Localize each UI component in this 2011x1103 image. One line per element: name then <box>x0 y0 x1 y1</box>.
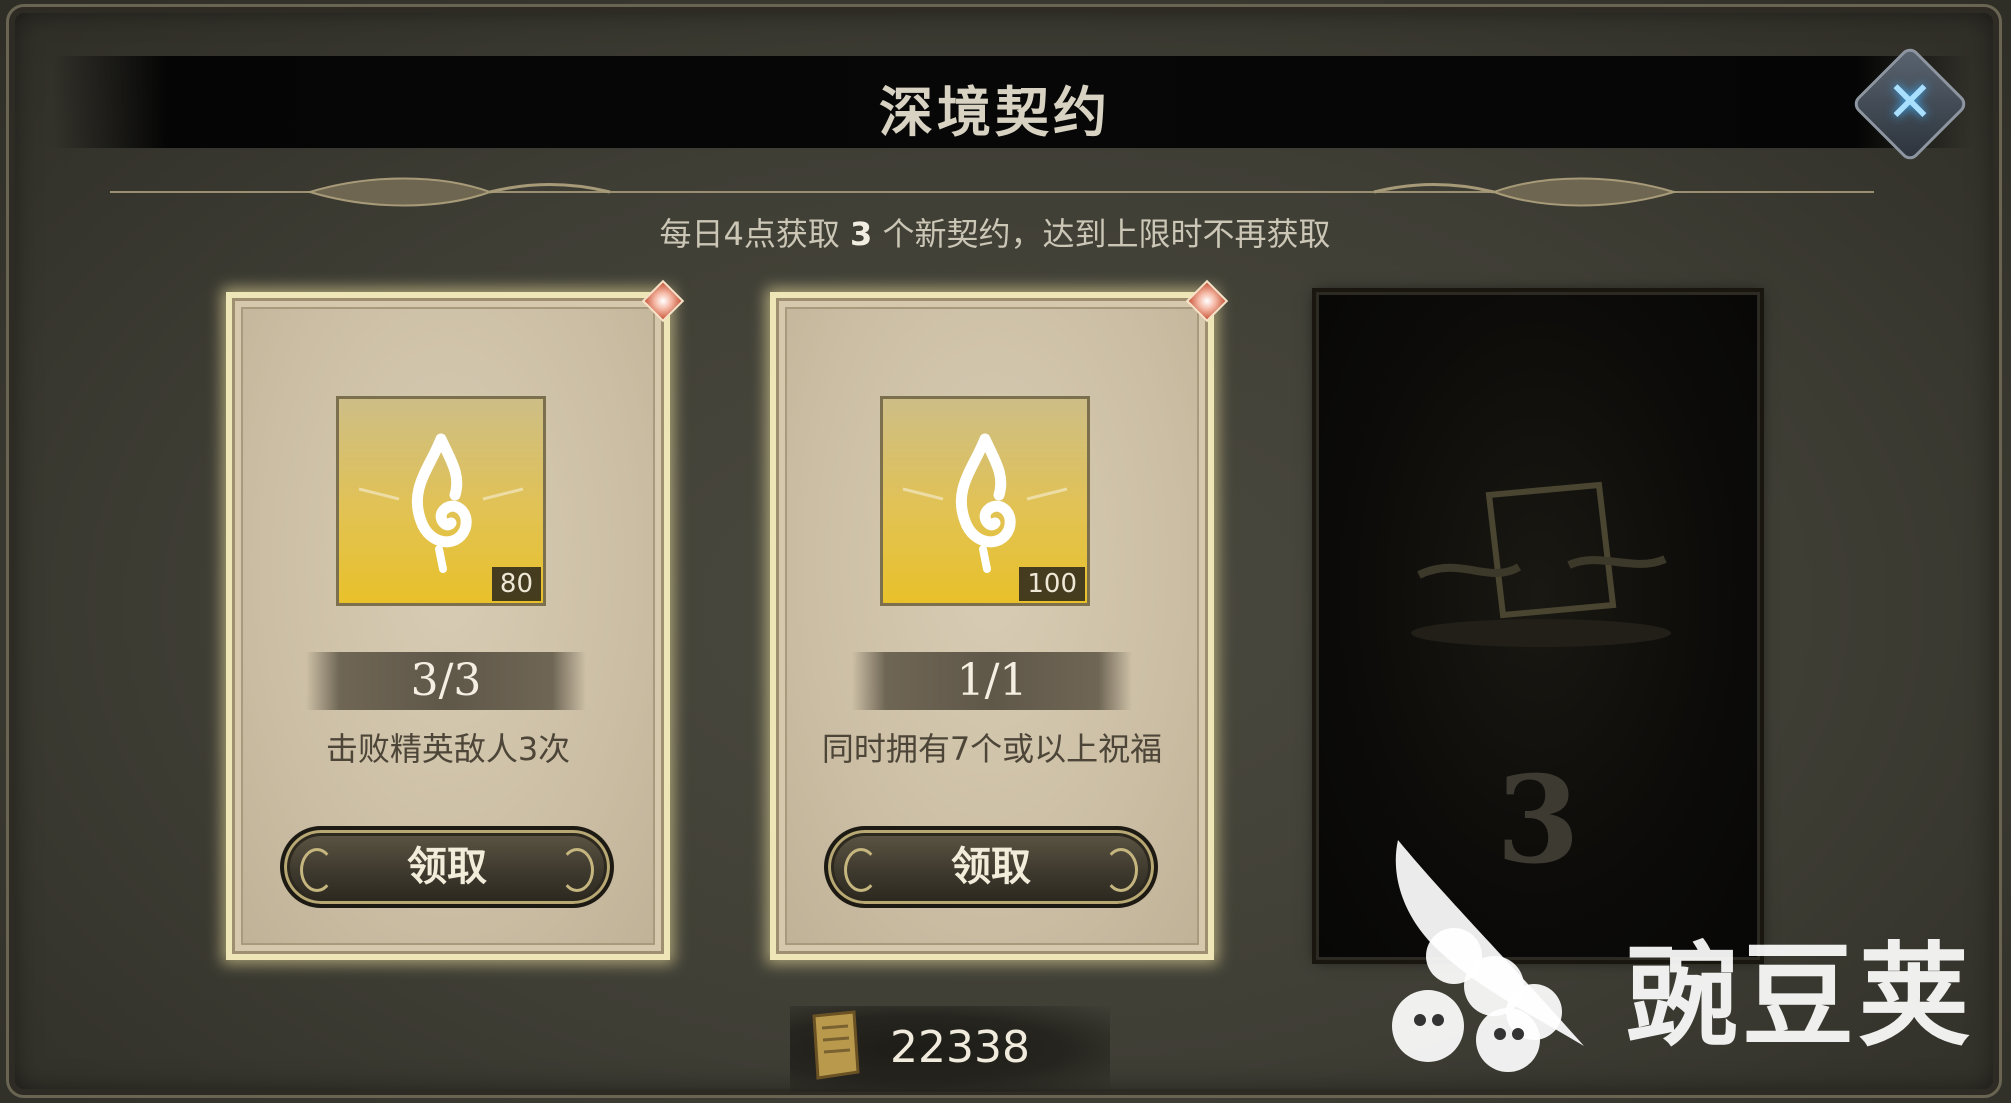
scroll-ornament-icon <box>1104 848 1138 892</box>
claim-button[interactable]: 领取 <box>824 826 1158 908</box>
dialog-title: 深境契约 <box>879 80 1111 144</box>
scroll-ornament-icon <box>560 848 594 892</box>
divider-ornament <box>110 177 1874 207</box>
flame-emblem-icon: 100 <box>880 396 1090 606</box>
scroll-ornament-icon <box>844 848 878 892</box>
refresh-info-count: 3 <box>850 215 873 253</box>
parchment-scroll-icon <box>812 1010 860 1080</box>
close-icon[interactable]: ✕ <box>1868 62 1952 146</box>
refresh-info-prefix: 每日4点获取 <box>659 215 851 253</box>
flame-emblem-icon: 80 <box>336 396 546 606</box>
claim-button[interactable]: 领取 <box>280 826 614 908</box>
scroll-silhouette-icon <box>1411 481 1671 647</box>
contract-dialog: 深境契约 ✕ 每日4点获取 3 个新契约，达到上限时不再获取 80 3/3 击败… <box>0 0 2011 1103</box>
contract-progress: 1/1 <box>852 652 1132 710</box>
claim-button-label: 领取 <box>951 843 1031 890</box>
contract-description: 击败精英敌人3次 <box>325 730 571 768</box>
contract-progress: 3/3 <box>306 652 586 710</box>
pea-pod-logo-icon <box>1392 840 1584 1072</box>
currency-amount: 22338 <box>890 1022 1030 1073</box>
refresh-info-suffix: 个新契约，达到上限时不再获取 <box>872 215 1331 253</box>
claim-button-label: 领取 <box>407 843 487 890</box>
scroll-ornament-icon <box>300 848 334 892</box>
refresh-info: 每日4点获取 3 个新契约，达到上限时不再获取 <box>0 209 1990 255</box>
contract-description: 同时拥有7个或以上祝福 <box>821 730 1163 768</box>
reward-count: 100 <box>1019 567 1085 601</box>
watermark-text: 豌豆荚 <box>1626 932 1974 1062</box>
reward-count: 80 <box>491 567 541 601</box>
